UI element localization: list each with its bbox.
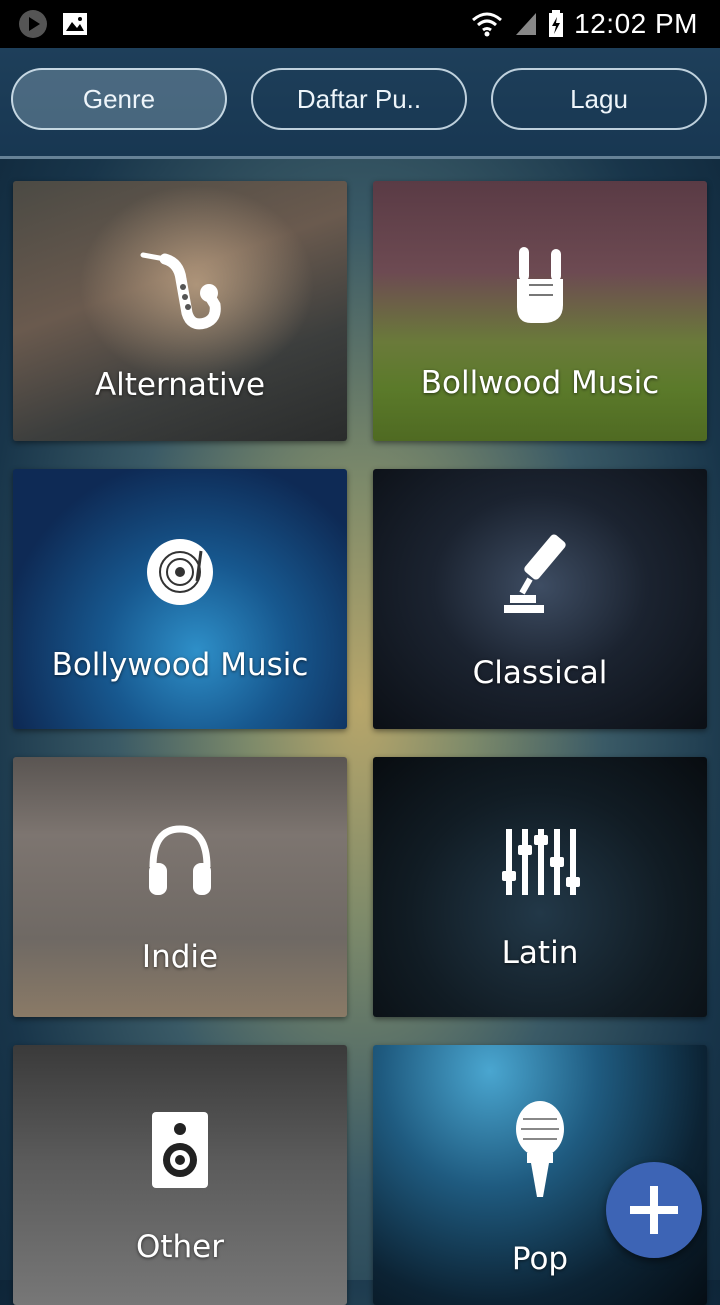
rock-hand-icon — [517, 247, 563, 323]
genre-card-indie[interactable]: Indie — [13, 757, 347, 1017]
wifi-icon — [472, 12, 503, 37]
equalizer-icon — [502, 829, 580, 895]
battery-icon — [549, 10, 564, 37]
genre-label: Bollywood Music — [51, 647, 309, 683]
headphones-icon — [149, 825, 211, 895]
signal-icon — [516, 13, 537, 35]
plus-icon — [630, 1186, 678, 1234]
genre-card-bollwood-music[interactable]: Bollwood Music — [373, 181, 707, 441]
genre-label: Alternative — [94, 367, 266, 403]
tab-songs[interactable]: Lagu — [491, 68, 707, 130]
speaker-icon — [152, 1112, 208, 1188]
genre-card-latin[interactable]: Latin — [373, 757, 707, 1017]
clock: 12:02 PM — [574, 8, 698, 39]
genre-label: Other — [135, 1229, 225, 1265]
vinyl-disc-icon — [147, 539, 213, 605]
genre-label: Classical — [472, 655, 608, 691]
genre-card-other[interactable]: Other — [13, 1045, 347, 1305]
genre-label: Latin — [501, 935, 579, 971]
genre-label: Indie — [141, 939, 219, 975]
genre-card-bollywood-music[interactable]: Bollywood Music — [13, 469, 347, 729]
play-icon — [19, 10, 47, 38]
image-icon — [63, 13, 87, 35]
status-bar: 12:02 PM — [0, 0, 720, 48]
genre-card-classical[interactable]: Classical — [373, 469, 707, 729]
add-fab-button[interactable] — [606, 1162, 702, 1258]
tab-bar: Genre Daftar Pu.. Lagu — [0, 48, 720, 159]
microphone-icon — [516, 1101, 564, 1197]
genre-label: Bollwood Music — [420, 365, 660, 401]
saxophone-icon — [140, 252, 221, 330]
tab-playlist[interactable]: Daftar Pu.. — [251, 68, 467, 130]
tab-genre[interactable]: Genre — [11, 68, 227, 130]
genre-card-alternative[interactable]: Alternative — [13, 181, 347, 441]
microphone-stand-icon — [504, 534, 566, 613]
